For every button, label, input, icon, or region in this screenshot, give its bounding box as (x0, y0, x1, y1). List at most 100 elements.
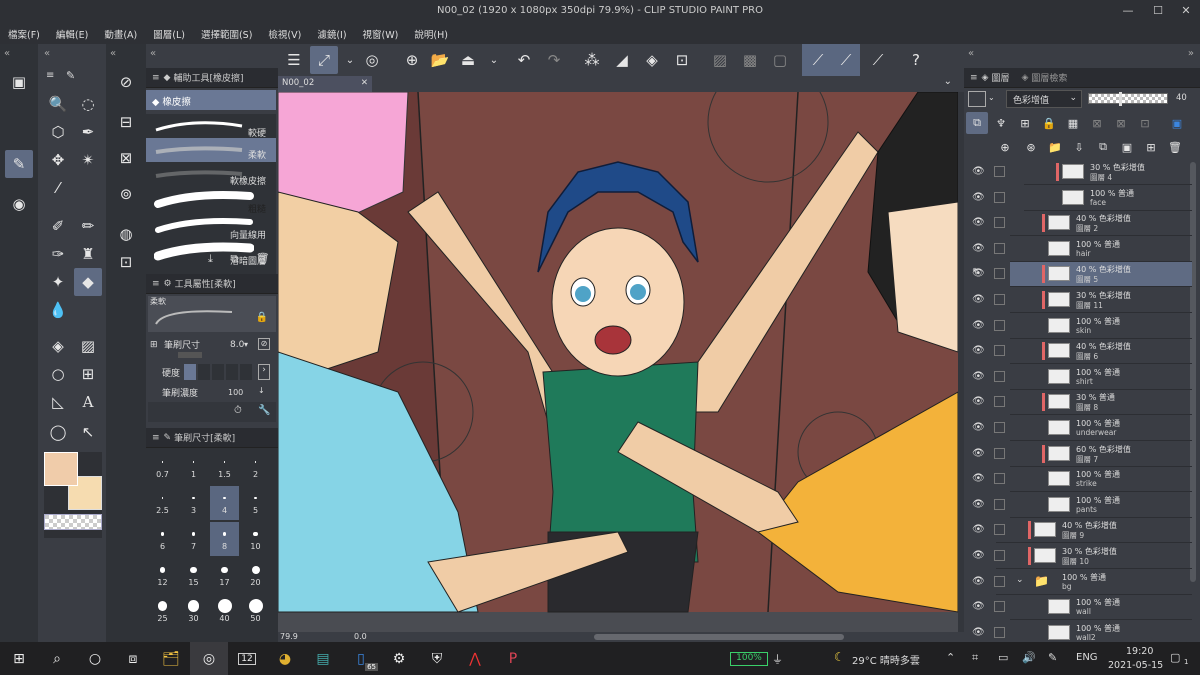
layer-check-box[interactable] (994, 396, 1005, 408)
open-icon[interactable]: 📂 (426, 46, 454, 74)
task-view-icon[interactable]: ⧈ (114, 642, 152, 675)
brush-size-cell[interactable]: 6 (148, 522, 177, 556)
brush-size-cell[interactable]: 2.5 (148, 486, 177, 520)
subtool-item[interactable]: 軟橡皮擦 (146, 162, 276, 188)
move-icon[interactable]: ✥ (44, 146, 72, 174)
layer-row[interactable]: 👁 30 % 色彩增值 圖層 11 (972, 288, 1192, 313)
menu-icon[interactable]: ☰ (280, 46, 308, 74)
layer-row[interactable]: 👁 100 % 普通 strike (972, 467, 1192, 493)
rotation-value[interactable]: 0.0 (354, 632, 367, 641)
wrench-icon[interactable]: 🔧 (258, 405, 270, 416)
layer-check-box[interactable] (994, 626, 1005, 638)
visibility-icon[interactable]: 👁 (972, 243, 985, 254)
close-button[interactable]: ✕ (1176, 4, 1196, 17)
menu-layer[interactable]: 圖層(L) (153, 27, 185, 41)
search-icon[interactable]: ⌕ (38, 642, 76, 675)
deselect-icon[interactable]: ▨ (706, 46, 734, 74)
layer-row[interactable]: 👁 100 % 普通 wall (972, 595, 1192, 621)
brush-size-cell[interactable]: 15 (179, 558, 208, 592)
layer-row[interactable]: 👁 40 % 色彩增值 圖層 6 (972, 339, 1192, 365)
layer-row[interactable]: 👁 100 % 普通 skin (972, 314, 1192, 339)
help-icon[interactable]: ? (902, 46, 930, 74)
chevron-down-icon[interactable]: ⌄ (944, 76, 952, 87)
tab-layers[interactable]: 圖層 (991, 71, 1009, 84)
layer-row-selected[interactable]: 👁 ✎ 40 % 色彩增值 圖層 5 (972, 262, 1192, 288)
gradient-icon[interactable]: ▨ (74, 332, 102, 360)
visibility-icon[interactable]: 👁 (972, 627, 985, 638)
visibility-icon[interactable]: 👁 (972, 601, 985, 612)
download-icon[interactable]: ⤓ (208, 252, 213, 265)
lasso-select-icon[interactable]: ◌ (74, 90, 102, 118)
brush-size-cell[interactable]: 12 (148, 558, 177, 592)
minimize-button[interactable]: — (1118, 4, 1138, 17)
transfer-down-icon[interactable]: ⇩ (1068, 136, 1090, 158)
material-icon-2[interactable]: ⊠ (112, 144, 140, 172)
caret-icon[interactable]: ▾ (244, 340, 248, 349)
object-select-icon[interactable]: ⬡ (44, 118, 72, 146)
visibility-icon[interactable]: 👁 (972, 550, 985, 561)
opacity-value[interactable]: 40 (1176, 93, 1187, 103)
copy-icon[interactable]: ⧉ (230, 252, 238, 265)
layer-color-icon[interactable] (968, 91, 986, 107)
invert-selection-icon[interactable]: ▩ (736, 46, 764, 74)
hardness-step-selected[interactable] (184, 364, 196, 380)
subtool-group-tab[interactable]: ◆ 橡皮擦 (146, 90, 276, 110)
clip-studio-taskbar-icon[interactable]: ◎ (190, 642, 228, 675)
layer-color-swatch-icon[interactable]: ▣ (1166, 112, 1188, 134)
weather-text[interactable]: 29°C 晴時多雲 (852, 652, 920, 667)
folder-chevron-icon[interactable]: ⌄ (1016, 575, 1024, 585)
expand-icon[interactable]: » (1188, 48, 1194, 59)
hardness-step[interactable] (226, 364, 238, 380)
menu-help[interactable]: 說明(H) (414, 27, 448, 41)
layer-check-box[interactable] (994, 242, 1005, 254)
layer-row[interactable]: 👁 ⌄ 📁 100 % 普通 bg (972, 570, 1192, 595)
brush-size-cell[interactable]: 5 (241, 486, 270, 520)
layer-row[interactable]: 👁 100 % 普通 pants (972, 493, 1192, 518)
brush-size-cell[interactable]: 3 (179, 486, 208, 520)
menu-select[interactable]: 選擇範圍(S) (201, 27, 252, 41)
chevron-right-icon[interactable]: › (258, 364, 270, 380)
trash-icon[interactable]: 🗑 (256, 252, 270, 265)
blend-icon[interactable]: 💧 (44, 296, 72, 324)
lock-transparent-icon[interactable]: ▦ (1062, 112, 1084, 134)
eraser-icon[interactable]: ◆ (74, 268, 102, 296)
close-icon[interactable]: ✕ (361, 78, 368, 88)
pen-tool-icon[interactable]: ✎ (5, 150, 33, 178)
pencil-icon[interactable]: ✏ (74, 212, 102, 240)
menu-edit[interactable]: 編輯(E) (56, 27, 88, 41)
transparent-color-swatch[interactable] (44, 514, 102, 530)
brush-size-cell[interactable]: 40 (210, 594, 239, 628)
layer-check-box[interactable] (994, 524, 1005, 536)
pen-input-icon[interactable]: ✎ (1048, 651, 1057, 664)
layer-check-box[interactable] (994, 422, 1005, 433)
layer-row[interactable]: 👁 60 % 色彩增值 圖層 7 (972, 442, 1192, 467)
menu-window[interactable]: 視窗(W) (363, 27, 399, 41)
visibility-icon[interactable]: 👁 (972, 576, 985, 587)
lock-layer-icon[interactable]: 🔒 (1038, 112, 1060, 134)
clip-studio-icon[interactable]: ◎ (358, 46, 386, 74)
brush-size-cell[interactable]: 4 (210, 486, 239, 520)
visibility-icon[interactable]: 👁 (972, 396, 985, 407)
battery-indicator[interactable]: 100% (730, 652, 768, 666)
visibility-icon[interactable]: 👁 (972, 345, 985, 356)
zoom-value[interactable]: 79.9 (280, 632, 298, 641)
fill-icon[interactable]: ◈ (44, 332, 72, 360)
layer-check-box[interactable] (994, 191, 1005, 203)
new-folder-icon[interactable]: 📁 (1044, 136, 1066, 158)
settings-icon[interactable]: ⚙ (380, 642, 418, 675)
menu-animation[interactable]: 動畫(A) (104, 27, 137, 41)
snap-special-icon[interactable]: ⟋ (832, 46, 860, 74)
clip-layer-icon[interactable]: ⧉ (966, 112, 988, 134)
loading-icon[interactable]: ⁂ (578, 46, 606, 74)
brush-tab-icon[interactable]: ✎ (66, 69, 75, 82)
redo-icon[interactable]: ↷ (540, 46, 568, 74)
chevron-down-icon[interactable]: ⌄ (988, 93, 995, 102)
hardness-step[interactable] (212, 364, 224, 380)
canvas[interactable] (278, 92, 958, 632)
start-icon[interactable]: ⊞ (0, 642, 38, 675)
opacity-handle[interactable] (1119, 92, 1122, 106)
decoration-icon[interactable]: ✦ (44, 268, 72, 296)
menu-view[interactable]: 檢視(V) (268, 27, 301, 41)
visibility-icon[interactable]: 👁 (972, 371, 985, 382)
material-icon-3[interactable]: ⊚ (112, 180, 140, 208)
